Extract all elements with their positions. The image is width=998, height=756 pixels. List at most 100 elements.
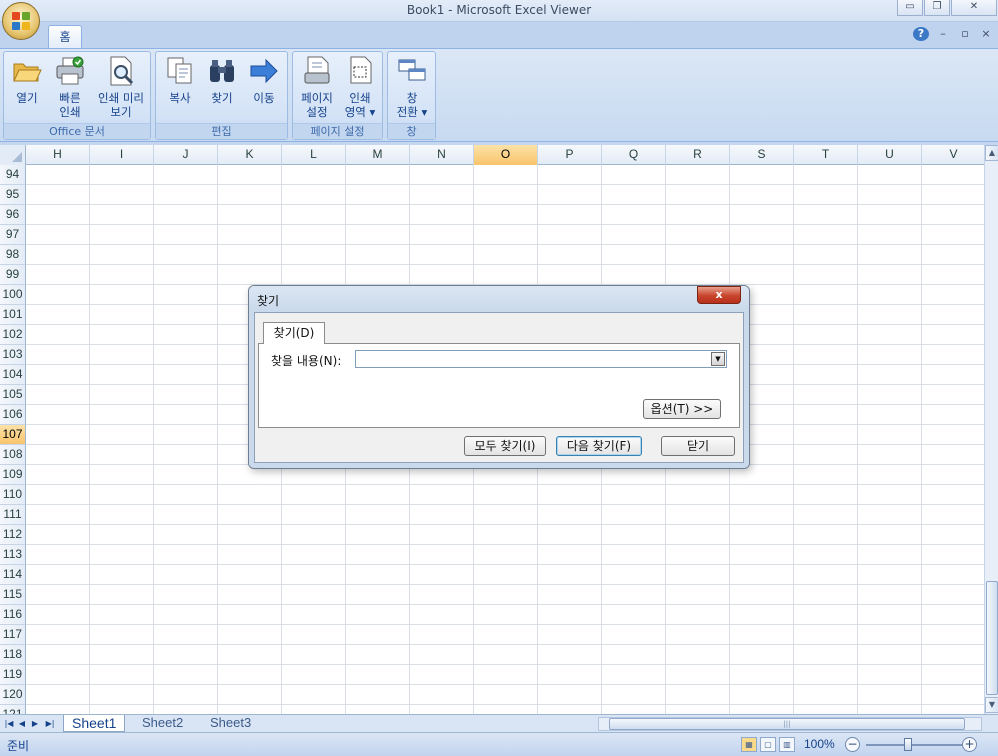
column-header[interactable]: L: [282, 145, 346, 165]
zoom-level[interactable]: 100%: [804, 737, 835, 751]
office-button[interactable]: [2, 2, 40, 40]
row-header[interactable]: 109: [0, 465, 26, 485]
sheet-tab-2[interactable]: Sheet2: [134, 715, 191, 732]
vertical-scroll-thumb[interactable]: [986, 581, 998, 695]
zoom-in-icon[interactable]: +: [962, 737, 977, 752]
copy-button[interactable]: 복사: [160, 55, 200, 105]
row-header[interactable]: 108: [0, 445, 26, 465]
column-header[interactable]: K: [218, 145, 282, 165]
group-label-window: 창: [388, 123, 435, 139]
last-sheet-arrow-icon[interactable]: ▶|: [44, 717, 56, 731]
row-header[interactable]: 104: [0, 365, 26, 385]
row-header[interactable]: 115: [0, 585, 26, 605]
scroll-down-arrow-icon[interactable]: ▼: [985, 697, 998, 713]
prev-sheet-arrow-icon[interactable]: ◀: [16, 717, 28, 731]
ribbon-minimize-button[interactable]: –: [934, 27, 952, 41]
row-header[interactable]: 107: [0, 425, 26, 445]
zoom-slider-thumb[interactable]: [904, 738, 912, 751]
options-button[interactable]: 옵션(T) >>: [643, 399, 721, 419]
page-setup-button[interactable]: 페이지 설정: [296, 55, 338, 119]
minimize-button[interactable]: ▭: [897, 0, 923, 16]
row-header[interactable]: 119: [0, 665, 26, 685]
row-header[interactable]: 106: [0, 405, 26, 425]
close-window-button[interactable]: ✕: [951, 0, 997, 16]
open-button[interactable]: 열기: [9, 55, 45, 105]
sheet-tab-3[interactable]: Sheet3: [202, 715, 259, 732]
tab-home[interactable]: 홈: [48, 25, 82, 49]
row-header[interactable]: 117: [0, 625, 26, 645]
first-sheet-arrow-icon[interactable]: |◀: [3, 717, 15, 731]
row-header[interactable]: 114: [0, 565, 26, 585]
print-area-button[interactable]: 인쇄 영역 ▾: [339, 55, 381, 119]
print-preview-icon: [105, 55, 137, 87]
column-header[interactable]: S: [730, 145, 794, 165]
dialog-close-icon[interactable]: x: [697, 286, 741, 304]
column-header[interactable]: R: [666, 145, 730, 165]
normal-view-icon[interactable]: ▦: [741, 737, 757, 752]
scroll-up-arrow-icon[interactable]: ▲: [985, 145, 998, 161]
find-all-button[interactable]: 모두 찾기(I): [464, 436, 546, 456]
switch-window-icon: [396, 55, 428, 87]
column-header[interactable]: N: [410, 145, 474, 165]
switch-window-button[interactable]: 창 전환 ▾: [392, 55, 432, 119]
column-header[interactable]: Q: [602, 145, 666, 165]
row-header[interactable]: 99: [0, 265, 26, 285]
ribbon-close-button[interactable]: ×: [977, 27, 995, 41]
horizontal-scrollbar[interactable]: |||: [598, 717, 982, 731]
page-layout-view-icon[interactable]: ▢: [760, 737, 776, 752]
page-break-view-icon[interactable]: ▥: [779, 737, 795, 752]
column-header[interactable]: U: [858, 145, 922, 165]
row-header[interactable]: 121: [0, 705, 26, 714]
column-header[interactable]: J: [154, 145, 218, 165]
row-header[interactable]: 103: [0, 345, 26, 365]
row-header[interactable]: 102: [0, 325, 26, 345]
row-header[interactable]: 100: [0, 285, 26, 305]
row-header[interactable]: 97: [0, 225, 26, 245]
find-dropdown-arrow-icon[interactable]: ▼: [711, 352, 725, 366]
zoom-out-icon[interactable]: −: [845, 737, 860, 752]
row-header[interactable]: 120: [0, 685, 26, 705]
row-header[interactable]: 112: [0, 525, 26, 545]
next-sheet-arrow-icon[interactable]: ▶: [29, 717, 41, 731]
help-icon[interactable]: ?: [913, 27, 929, 41]
column-header[interactable]: M: [346, 145, 410, 165]
close-dialog-button[interactable]: 닫기: [661, 436, 735, 456]
column-header[interactable]: O: [474, 145, 538, 165]
group-label-edit: 편집: [156, 123, 287, 139]
column-header[interactable]: I: [90, 145, 154, 165]
restore-button[interactable]: ❐: [924, 0, 950, 16]
ribbon-restore-button[interactable]: ▫: [956, 27, 974, 41]
row-header[interactable]: 111: [0, 505, 26, 525]
find-next-button[interactable]: 다음 찾기(F): [556, 436, 642, 456]
column-header[interactable]: P: [538, 145, 602, 165]
quick-print-button[interactable]: 빠른 인쇄: [50, 55, 90, 119]
column-header[interactable]: T: [794, 145, 858, 165]
row-header[interactable]: 116: [0, 605, 26, 625]
print-preview-button[interactable]: 인쇄 미리 보기: [92, 55, 150, 119]
select-all-button[interactable]: [0, 145, 26, 165]
tab-find[interactable]: 찾기(D): [263, 322, 325, 344]
row-header[interactable]: 98: [0, 245, 26, 265]
vertical-scrollbar[interactable]: ▲ ▼: [984, 145, 998, 714]
row-header[interactable]: 94: [0, 165, 26, 185]
zoom-slider-track[interactable]: [866, 744, 962, 746]
row-header[interactable]: 96: [0, 205, 26, 225]
row-header[interactable]: 101: [0, 305, 26, 325]
row-header[interactable]: 113: [0, 545, 26, 565]
goto-button[interactable]: 이동: [244, 55, 284, 105]
dialog-frame: 찾기 x 찾기(D) 찾을 내용(N): ▼ 옵션(T) >> 모두 찾기(I)…: [249, 286, 749, 468]
column-header[interactable]: V: [922, 145, 984, 165]
horizontal-scroll-thumb[interactable]: |||: [609, 718, 965, 730]
column-header[interactable]: H: [26, 145, 90, 165]
row-header[interactable]: 105: [0, 385, 26, 405]
window-title: Book1 - Microsoft Excel Viewer: [406, 3, 592, 17]
status-bar: 준비 ▦ ▢ ▥ 100% − +: [0, 732, 998, 756]
folder-open-icon: [11, 55, 43, 87]
find-what-input[interactable]: [355, 350, 727, 368]
row-header[interactable]: 95: [0, 185, 26, 205]
dialog-title: 찾기: [257, 294, 280, 308]
find-button[interactable]: 찾기: [202, 55, 242, 105]
sheet-tab-1[interactable]: Sheet1: [63, 715, 126, 732]
row-header[interactable]: 110: [0, 485, 26, 505]
row-header[interactable]: 118: [0, 645, 26, 665]
